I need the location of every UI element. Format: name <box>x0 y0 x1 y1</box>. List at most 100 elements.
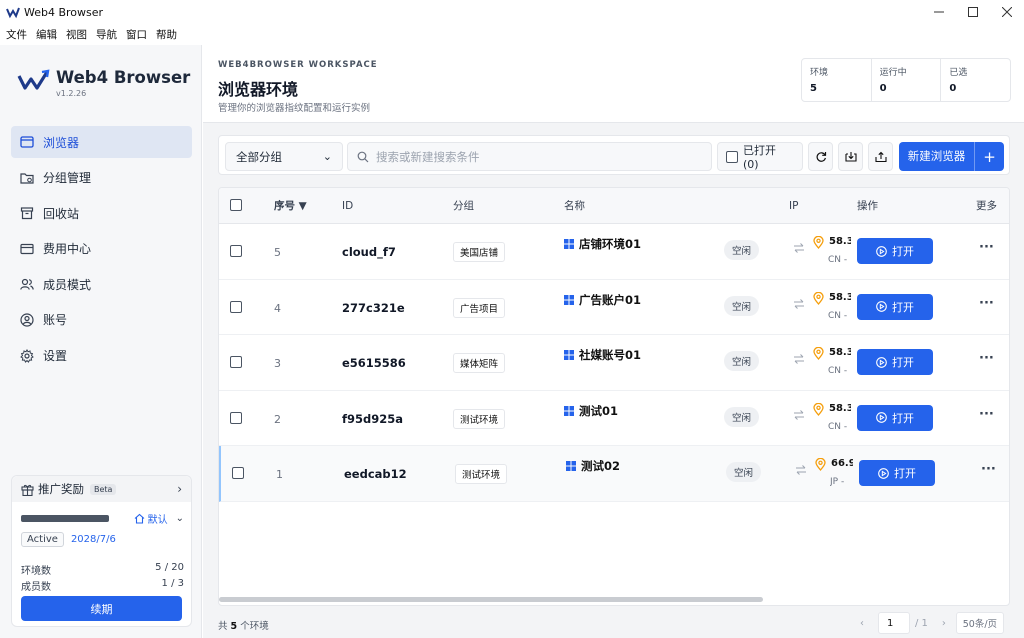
menu-file[interactable]: 文件 <box>6 27 27 42</box>
table-row[interactable]: 3 e5615586 媒体矩阵 社媒账号01 空闲 58.3 CN - 打开 ··· <box>219 335 1009 391</box>
search-icon <box>357 151 369 162</box>
open-button[interactable]: 打开 <box>857 293 933 320</box>
row-checkbox[interactable] <box>230 411 242 424</box>
open-button[interactable]: 打开 <box>859 460 935 486</box>
ip-region: JP - <box>830 477 845 487</box>
chevron-down-icon[interactable]: ⌄ <box>176 513 184 524</box>
open-button[interactable]: 打开 <box>857 404 933 431</box>
row-name[interactable]: 广告账户01 <box>564 292 641 308</box>
row-id: cloud_f7 <box>342 245 396 259</box>
new-browser-button[interactable]: 新建浏览器 + <box>899 142 1004 171</box>
row-name-label: 测试02 <box>581 459 621 473</box>
menu-navigate[interactable]: 导航 <box>96 27 117 42</box>
import-button[interactable] <box>838 142 863 171</box>
sidebar-item-members[interactable]: 成员模式 <box>11 268 192 300</box>
sidebar-item-recycle-bin[interactable]: 回收站 <box>11 197 192 229</box>
swap-icon <box>794 298 804 309</box>
row-checkbox[interactable] <box>232 467 244 479</box>
windows-icon <box>564 239 574 249</box>
select-all-checkbox[interactable] <box>230 199 242 211</box>
search-input[interactable] <box>376 149 696 164</box>
row-name-label: 店铺环境01 <box>579 237 642 251</box>
total-suffix: 个环境 <box>240 621 269 632</box>
brand-name: Web4 Browser <box>56 68 191 87</box>
page-subtitle: 管理你的浏览器指纹配置和运行实例 <box>218 103 371 114</box>
refresh-button[interactable] <box>808 142 833 171</box>
more-icon[interactable]: ··· <box>979 407 994 422</box>
opened-filter-checkbox[interactable]: 已打开 (0) <box>717 142 803 171</box>
menu-view[interactable]: 视图 <box>66 27 87 42</box>
table-row[interactable]: 2 f95d925a 测试环境 测试01 空闲 58.3 CN - 打开 ··· <box>219 390 1009 446</box>
swap-icon <box>796 465 806 475</box>
close-window-button[interactable] <box>990 0 1024 24</box>
status-badge: 空闲 <box>724 295 760 316</box>
row-name[interactable]: 社媒账号01 <box>564 347 641 363</box>
home-icon <box>134 513 144 524</box>
account-row: 默认 ⌄ <box>21 510 184 526</box>
download-icon <box>844 151 857 162</box>
folder-icon <box>20 172 34 184</box>
pagination: ‹ 1 / 1 › 50条/页 <box>860 612 1004 634</box>
row-checkbox[interactable] <box>230 300 242 313</box>
menu-edit[interactable]: 编辑 <box>36 27 57 42</box>
row-name[interactable]: 店铺环境01 <box>564 236 641 252</box>
table-row[interactable]: 4 277c321e 广告项目 广告账户01 空闲 58.3 CN - 打开 ··· <box>219 279 1009 335</box>
status-badge: 空闲 <box>724 240 760 260</box>
open-button[interactable]: 打开 <box>857 238 933 264</box>
page-input[interactable]: 1 <box>878 612 910 634</box>
table-row[interactable]: 1 eedcab12 测试环境 测试02 空闲 66.9 JP - 打开 ··· <box>219 446 1009 502</box>
sidebar-item-label: 成员模式 <box>43 277 92 292</box>
status-badge: 空闲 <box>724 351 760 371</box>
page-size-select[interactable]: 50条/页 <box>955 612 1004 634</box>
window-controls <box>922 0 1024 24</box>
sidebar-item-settings[interactable]: 设置 <box>11 340 192 372</box>
sidebar-item-groups[interactable]: 分组管理 <box>11 162 192 194</box>
brand: Web4 Browser v1.2.26 <box>17 67 191 98</box>
group-select[interactable]: 全部分组 ⌄ <box>225 142 343 171</box>
upload-icon <box>874 151 887 162</box>
more-icon[interactable]: ··· <box>979 351 994 366</box>
row-checkbox[interactable] <box>230 245 242 257</box>
horizontal-scrollbar[interactable] <box>219 597 763 602</box>
workspace-selector[interactable]: 默认 <box>134 511 168 526</box>
export-button[interactable] <box>868 142 893 171</box>
minimize-button[interactable] <box>922 0 956 24</box>
env-count-row: 环境数 5 / 20 <box>21 562 184 577</box>
workspace-label: 默认 <box>147 514 168 526</box>
maximize-button[interactable] <box>956 0 990 24</box>
group-select-value: 全部分组 <box>236 149 282 164</box>
env-count-label: 环境数 <box>21 566 51 577</box>
windows-icon <box>564 350 574 360</box>
table-row[interactable]: 5 cloud_f7 美国店铺 店铺环境01 空闲 58.3 CN - 打开 ··· <box>219 224 1009 280</box>
open-button[interactable]: 打开 <box>857 349 933 375</box>
column-more: 更多 <box>976 200 997 212</box>
menu-help[interactable]: 帮助 <box>156 27 177 42</box>
ip-region: CN - <box>828 421 848 432</box>
stats-summary: 环境 5 运行中 0 已选 0 <box>801 58 1011 102</box>
stat-value: 5 <box>810 83 817 94</box>
row-name[interactable]: 测试01 <box>564 403 618 419</box>
renew-button[interactable]: 续期 <box>21 596 182 621</box>
plus-icon[interactable]: + <box>975 148 1004 166</box>
main-content: WEB4BROWSER WORKSPACE 浏览器环境 管理你的浏览器指纹配置和… <box>203 45 1024 638</box>
play-circle-icon <box>878 467 889 479</box>
sidebar-item-browser[interactable]: 浏览器 <box>11 126 192 158</box>
stat-value: 0 <box>879 83 887 94</box>
more-icon[interactable]: ··· <box>979 296 994 311</box>
page-total: / 1 <box>915 617 928 629</box>
window-title: Web4 Browser <box>24 5 104 19</box>
sidebar-item-account[interactable]: 账号 <box>11 304 192 336</box>
row-name[interactable]: 测试02 <box>566 458 620 474</box>
menu-window[interactable]: 窗口 <box>126 27 147 42</box>
more-icon[interactable]: ··· <box>981 462 996 477</box>
row-seq: 5 <box>274 246 281 259</box>
promo-header[interactable]: 推广奖励 Beta › <box>12 476 191 502</box>
next-page-button[interactable]: › <box>942 618 946 629</box>
prev-page-button[interactable]: ‹ <box>860 618 864 629</box>
row-checkbox[interactable] <box>230 356 242 368</box>
group-tag: 广告项目 <box>453 297 506 318</box>
row-id: f95d925a <box>342 411 404 426</box>
column-seq[interactable]: 序号 ▼ <box>274 188 307 224</box>
sidebar-item-billing[interactable]: 费用中心 <box>11 233 192 265</box>
more-icon[interactable]: ··· <box>979 240 994 255</box>
